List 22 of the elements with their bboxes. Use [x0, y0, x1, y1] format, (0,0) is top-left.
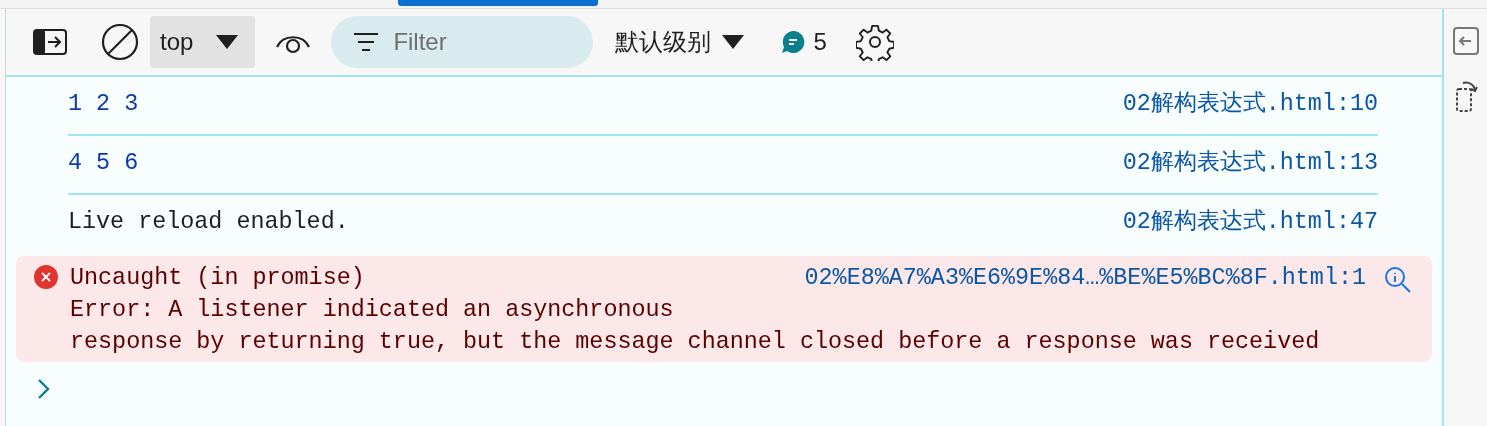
- dropdown-caret-icon: [215, 34, 240, 50]
- log-message: 1 2 3: [68, 90, 139, 119]
- log-message: 4 5 6: [68, 149, 139, 178]
- filter-field[interactable]: Filter: [331, 16, 594, 68]
- source-link[interactable]: 02解构表达式.html:10: [1122, 88, 1378, 122]
- log-message: Live reload enabled.: [68, 208, 349, 237]
- error-icon: [34, 265, 58, 289]
- message-bubble-icon: [781, 30, 806, 54]
- log-level-dropdown[interactable]: 默认级别: [615, 26, 746, 58]
- context-dropdown[interactable]: top: [150, 16, 256, 68]
- filter-icon: [353, 32, 380, 52]
- prompt-chevron-icon: [36, 378, 50, 400]
- source-link[interactable]: 02%E8%A7%A3%E6%9E%84…%BE%E5%BC%8F.html:1: [804, 262, 1366, 294]
- collapse-panel-icon[interactable]: [1452, 27, 1479, 55]
- error-text: Error: A listener indicated an asynchronous: [70, 296, 675, 325]
- error-title: Uncaught (in promise): [70, 264, 366, 293]
- search-icon[interactable]: [1384, 266, 1412, 294]
- source-link[interactable]: 02解构表达式.html:13: [1122, 147, 1378, 181]
- source-link[interactable]: 02解构表达式.html:47: [1122, 206, 1378, 240]
- error-text: response by returning true, but the message channel closed before a response was received: [70, 328, 1321, 357]
- dropdown-caret-icon: [721, 34, 746, 50]
- message-count-button[interactable]: 5: [781, 28, 827, 56]
